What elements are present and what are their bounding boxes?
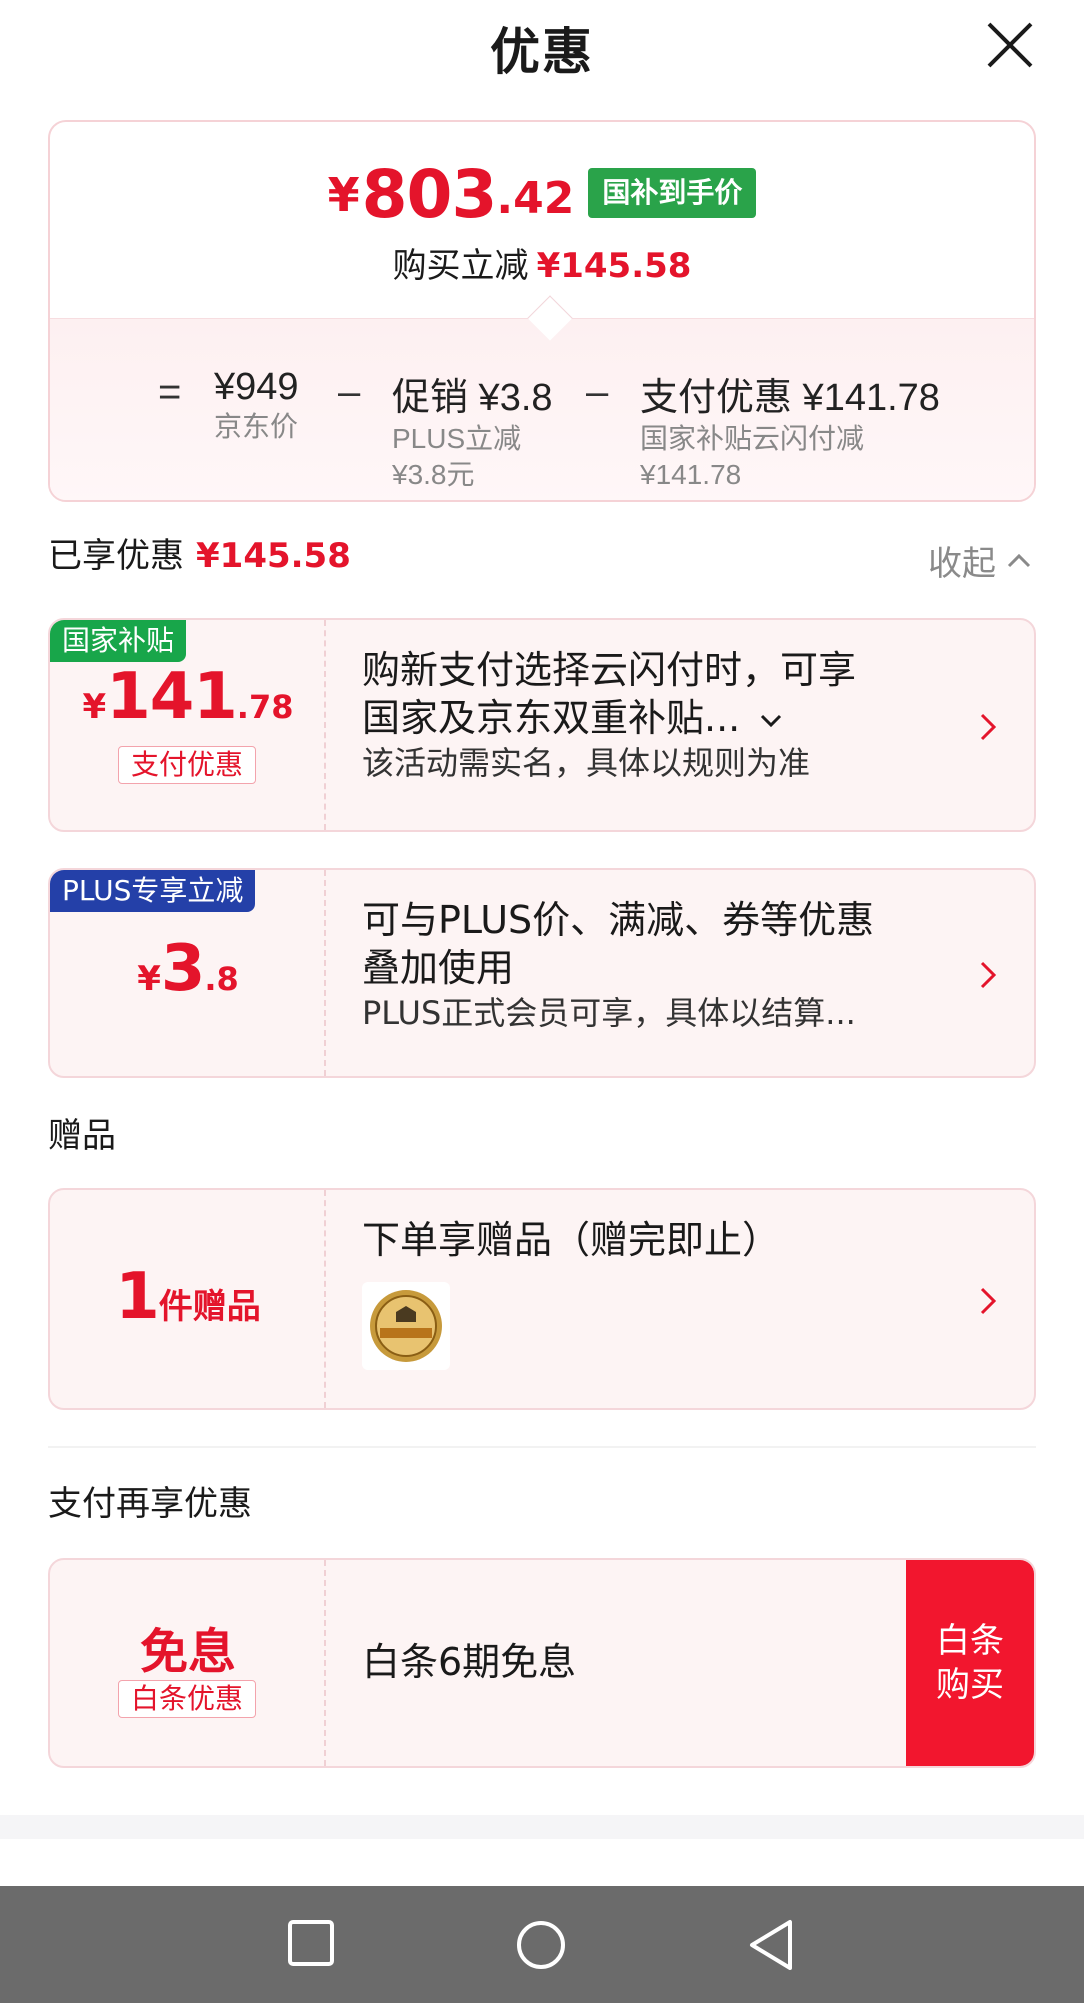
offer-amount-int: 3 (160, 932, 206, 1006)
baitiao-desc: 白条6期免息 (362, 1640, 577, 1684)
offer-note: PLUS正式会员可享，具体以结算... (362, 994, 856, 1032)
offer-card-plus[interactable]: PLUS专享立减 ¥3.8 可与PLUS价、满减、券等优惠 叠加使用 PLUS正… (48, 868, 1036, 1078)
offer-note: 该活动需实名，具体以规则为准 (362, 744, 811, 782)
baitiao-panel: 免息 白条优惠 (50, 1560, 326, 1766)
gift-badge-icon (370, 1290, 442, 1362)
chevron-down-icon[interactable] (758, 711, 784, 731)
baitiao-description: 白条6期免息 (362, 1560, 982, 1766)
currency-symbol: ¥ (327, 168, 360, 222)
buy-button-line2: 购买 (936, 1665, 1004, 1705)
gift-count-unit: 件赠品 (158, 1287, 261, 1327)
promo-cell: 促销 ¥3.8 PLUS立减 ¥3.8元 (392, 366, 553, 493)
enjoyed-amount: ¥145.58 (196, 536, 351, 576)
enjoyed-discount: 已享优惠 ¥145.58 (48, 528, 351, 577)
reduction-amount: ¥145.58 (536, 246, 692, 286)
minus-sign: – (338, 370, 361, 414)
promo-sub2: ¥3.8元 (392, 459, 475, 490)
back-nav-icon[interactable] (746, 1918, 796, 1972)
offer-sublabel: 支付优惠 (118, 746, 256, 784)
price-integer: 803 (361, 156, 498, 233)
reduction-label: 购买立减 (392, 246, 529, 286)
offer-tag: PLUS专享立减 (50, 870, 256, 912)
baitiao-sublabel: 白条优惠 (118, 1680, 256, 1718)
buy-button-line1: 白条 (936, 1621, 1004, 1661)
gift-desc: 下单享赠品（赠完即止） (362, 1218, 781, 1262)
offer-tag: 国家补贴 (50, 620, 187, 662)
offer-amount-panel: PLUS专享立减 ¥3.8 (50, 870, 326, 1076)
system-nav-bar (0, 1886, 1084, 2003)
offer-description: 购新支付选择云闪付时，可享 国家及京东双重补贴... 该活动需实名，具体以规则为… (362, 620, 982, 830)
chevron-right-icon (980, 1287, 997, 1315)
gift-section-label: 赠品 (48, 1116, 116, 1156)
offer-desc-line2: 叠加使用 (362, 946, 515, 990)
baitiao-buy-button[interactable]: 白条 购买 (906, 1560, 1034, 1766)
offer-desc-line2-row: 国家及京东双重补贴... (362, 694, 982, 742)
chevron-up-icon (1007, 553, 1031, 567)
gift-count: 1件赠品 (50, 1260, 326, 1334)
offer-amount-panel: 国家补贴 ¥141.78 支付优惠 (50, 620, 326, 830)
promo-value: 促销 ¥3.8 (392, 377, 553, 419)
offer-currency: ¥ (82, 687, 107, 727)
chevron-right-icon (980, 713, 997, 741)
final-price: ¥ 803 .42 国补到手价 (50, 162, 1034, 228)
pay-sub1: 国家补贴云闪付减 (640, 423, 865, 454)
jd-price-value: ¥949 (214, 366, 299, 408)
offer-card-national-subsidy[interactable]: 国家补贴 ¥141.78 支付优惠 购新支付选择云闪付时，可享 国家及京东双重补… (48, 618, 1036, 832)
pay-cell: 支付优惠 ¥141.78 国家补贴云闪付减 ¥141.78 (640, 366, 940, 493)
enjoyed-label: 已享优惠 (48, 536, 184, 576)
offer-desc-line1: 可与PLUS价、满减、券等优惠 (362, 898, 875, 942)
baitiao-card[interactable]: 免息 白条优惠 白条6期免息 白条 购买 (48, 1558, 1036, 1768)
offer-amount-int: 141 (106, 660, 238, 734)
circle-nav-icon[interactable] (514, 1918, 568, 1972)
interest-free-title: 免息 (139, 1624, 236, 1680)
section-separator (0, 1815, 1084, 1839)
equals-sign: = (158, 370, 182, 414)
price-summary-card: ¥ 803 .42 国补到手价 购买立减 ¥145.58 = ¥949 京东价 –… (48, 120, 1036, 502)
offer-desc-line2: 国家及京东双重补贴... (362, 696, 741, 740)
offer-amount-dec: .78 (236, 688, 294, 726)
minus-sign: – (586, 370, 609, 414)
chevron-right-icon (980, 961, 997, 989)
pay-section-label: 支付再享优惠 (48, 1484, 252, 1524)
pay-value: 支付优惠 ¥141.78 (640, 377, 940, 419)
pay-sub2: ¥141.78 (640, 459, 742, 490)
gift-description: 下单享赠品（赠完即止） (362, 1190, 982, 1408)
section-divider (48, 1446, 1036, 1448)
jd-price-cell: ¥949 京东价 (214, 366, 299, 445)
gift-count-number: 1 (115, 1260, 160, 1334)
gift-count-panel: 1件赠品 (50, 1190, 326, 1408)
jd-price-label: 京东价 (214, 411, 299, 442)
price-decimal: .42 (496, 173, 575, 224)
page-title: 优惠 (490, 23, 594, 81)
offer-desc-line1: 购新支付选择云闪付时，可享 (362, 648, 857, 692)
offer-amount: ¥141.78 (50, 660, 326, 734)
square-nav-icon[interactable] (286, 1918, 336, 1968)
offer-description: 可与PLUS价、满减、券等优惠 叠加使用 PLUS正式会员可享，具体以结算... (362, 870, 982, 1076)
collapse-label: 收起 (928, 544, 996, 584)
offer-currency: ¥ (137, 959, 161, 999)
subsidy-badge: 国补到手价 (588, 168, 757, 218)
close-icon[interactable] (983, 18, 1037, 72)
header: 优惠 (0, 0, 1084, 90)
gift-card[interactable]: 1件赠品 下单享赠品（赠完即止） (48, 1188, 1036, 1410)
offer-amount-dec: .8 (204, 960, 239, 998)
price-formula: = ¥949 京东价 – 促销 ¥3.8 PLUS立减 ¥3.8元 – 支付优惠… (50, 348, 1034, 490)
gift-image[interactable] (362, 1282, 450, 1370)
promo-sub1: PLUS立减 (392, 423, 522, 454)
offer-amount: ¥3.8 (50, 932, 326, 1006)
collapse-button[interactable]: 收起 (928, 536, 1032, 585)
instant-reduction: 购买立减 ¥145.58 (50, 238, 1034, 287)
